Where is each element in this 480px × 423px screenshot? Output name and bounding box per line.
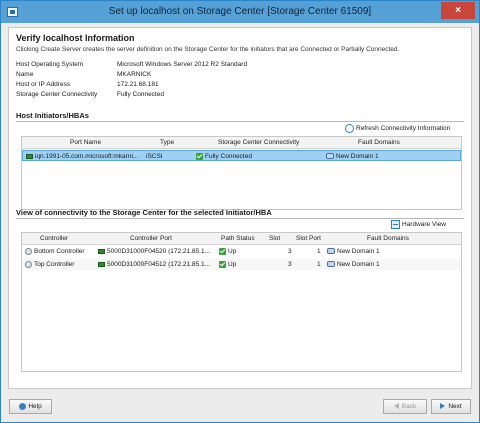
refresh-connectivity-button[interactable]: Refresh Connectivity Information (345, 124, 450, 133)
initiators-table: Port Name Type Storage Center Connectivi… (21, 136, 462, 210)
fault-domain-cell: New Domain 1 (327, 248, 380, 255)
info-label: Name (16, 71, 34, 78)
path-status-text: Up (228, 248, 237, 256)
controller-text: Top Controller (34, 261, 75, 269)
refresh-connectivity-label: Refresh Connectivity Information (356, 125, 451, 133)
window-title: Set up localhost on Storage Center [Stor… (108, 6, 372, 17)
info-label: Storage Center Connectivity (16, 91, 98, 98)
slot-cell: 3 (288, 248, 292, 255)
table-header: Controller Controller Port Path Status S… (22, 233, 461, 245)
help-icon (19, 402, 27, 410)
title-bar[interactable]: Set up localhost on Storage Center [Stor… (1, 1, 479, 23)
hardware-view-label: Hardware View (402, 221, 446, 229)
column-header-fault-domains[interactable]: Fault Domains (358, 139, 400, 146)
help-button[interactable]: Help (9, 399, 52, 414)
fault-domain-text: New Domain 1 (336, 153, 379, 160)
next-arrow-icon (440, 403, 446, 410)
wizard-content: Verify localhost Information Clicking Cr… (8, 27, 472, 389)
page-heading: Verify localhost Information (16, 33, 135, 43)
controller-port-cell: 5000D31000F04512 (172.21.85.1... (98, 261, 210, 268)
fault-domain-cell: New Domain 1 (326, 153, 379, 160)
fault-domain-cell: New Domain 1 (327, 261, 380, 268)
controller-cell: Bottom Controller (25, 248, 85, 255)
column-header-path-status[interactable]: Path Status (221, 235, 255, 242)
wizard-footer: Help Back Next (1, 391, 479, 422)
fault-domain-text: New Domain 1 (337, 261, 380, 268)
back-arrow-icon (393, 403, 399, 410)
info-value: Microsoft Windows Server 2012 R2 Standar… (117, 61, 248, 68)
page-description: Clicking Create Server creates the serve… (16, 46, 400, 53)
type-cell: iSCSI (146, 153, 163, 160)
help-label: Help (28, 403, 42, 410)
port-icon (98, 261, 105, 267)
dialog-window: Set up localhost on Storage Center [Stor… (0, 0, 480, 423)
table-row[interactable]: iqn.1991-05.com.microsoft:mkarni... iSCS… (22, 150, 461, 161)
column-header-fault-domains[interactable]: Fault Domains (367, 235, 409, 242)
fault-domain-icon (327, 261, 335, 268)
check-icon (219, 261, 226, 268)
section-divider (16, 218, 464, 219)
port-icon (26, 153, 33, 159)
check-icon (219, 248, 226, 255)
info-value: Fully Connected (117, 91, 164, 98)
back-button[interactable]: Back (383, 399, 427, 414)
connectivity-text: Fully Connected (205, 153, 252, 161)
port-name-text: iqn.1991-05.com.microsoft:mkarni... (35, 153, 139, 160)
section-divider (16, 121, 464, 122)
column-header-slot-port[interactable]: Slot Port (296, 235, 321, 242)
controller-port-text: 5000D31000F04520 (172.21.85.1... (107, 248, 211, 255)
table-row[interactable]: Bottom Controller 5000D31000F04520 (172.… (22, 246, 461, 257)
hardware-icon (391, 220, 400, 229)
path-status-cell: Up (219, 248, 236, 255)
info-value: 172.21.68.181 (117, 81, 159, 88)
controller-icon (25, 261, 32, 268)
info-value: MKARNICK (117, 71, 152, 78)
refresh-icon (345, 124, 354, 133)
column-header-connectivity[interactable]: Storage Center Connectivity (218, 139, 299, 146)
path-status-cell: Up (219, 261, 236, 268)
connectivity-cell: Fully Connected (196, 153, 252, 160)
back-label: Back (401, 403, 417, 410)
port-icon (98, 248, 105, 254)
slot-port-cell: 1 (317, 248, 321, 255)
next-button[interactable]: Next (431, 399, 471, 414)
slot-port-cell: 1 (317, 261, 321, 268)
controller-cell: Top Controller (25, 261, 74, 268)
table-row[interactable]: Top Controller 5000D31000F04512 (172.21.… (22, 259, 461, 270)
close-button[interactable]: × (441, 2, 475, 19)
column-header-controller[interactable]: Controller (40, 235, 68, 242)
initiators-section-title: Host Initiators/HBAs (16, 111, 89, 120)
controller-port-text: 5000D31000F04512 (172.21.85.1... (107, 261, 211, 268)
connectivity-table: Controller Controller Port Path Status S… (21, 232, 462, 372)
port-name-cell: iqn.1991-05.com.microsoft:mkarni... (26, 153, 138, 160)
hardware-view-button[interactable]: Hardware View (391, 220, 446, 229)
controller-text: Bottom Controller (34, 248, 85, 256)
fault-domain-icon (326, 153, 334, 160)
table-header: Port Name Type Storage Center Connectivi… (22, 137, 461, 149)
controller-port-cell: 5000D31000F04520 (172.21.85.1... (98, 248, 210, 255)
column-header-type[interactable]: Type (160, 139, 174, 146)
column-header-slot[interactable]: Slot (269, 235, 280, 242)
check-icon (196, 153, 203, 160)
next-label: Next (448, 403, 462, 410)
connectivity-section-title: View of connectivity to the Storage Cent… (16, 208, 272, 217)
info-label: Host or IP Address (16, 81, 71, 88)
column-header-port-name[interactable]: Port Name (70, 139, 101, 146)
fault-domain-icon (327, 248, 335, 255)
info-label: Host Operating System (16, 61, 84, 68)
fault-domain-text: New Domain 1 (337, 248, 380, 255)
controller-icon (25, 248, 32, 255)
path-status-text: Up (228, 261, 237, 269)
slot-cell: 3 (288, 261, 292, 268)
column-header-controller-port[interactable]: Controller Port (130, 235, 172, 242)
